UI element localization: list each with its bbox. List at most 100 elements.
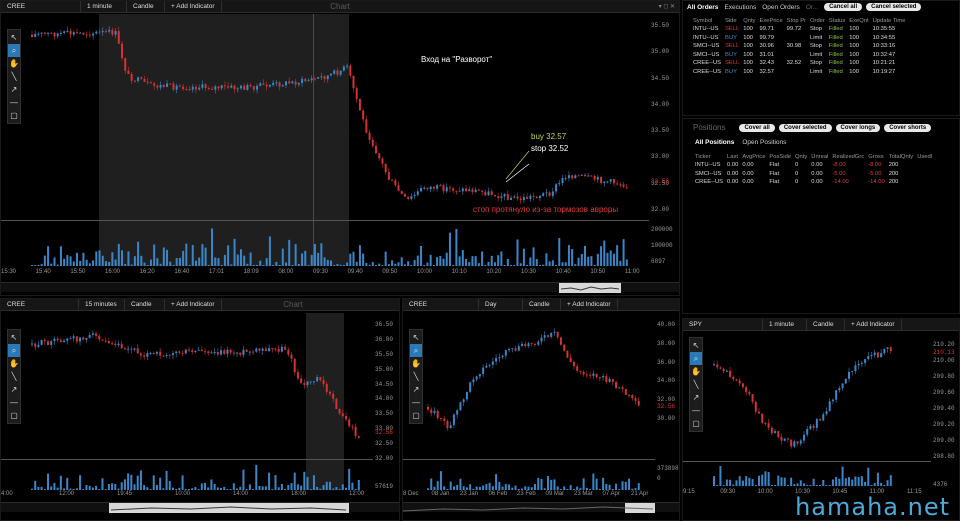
chart-type-selector[interactable]: Candle	[807, 319, 845, 330]
interval-selector[interactable]: 15 minutes	[79, 299, 125, 310]
volume-bar	[452, 265, 455, 266]
add-indicator-button[interactable]: + Add Indicator	[165, 299, 222, 310]
column-header[interactable]: Unreal	[809, 152, 830, 161]
candle-body	[475, 376, 478, 380]
candle-body	[239, 352, 242, 355]
symbol-selector[interactable]: CREE	[1, 299, 79, 310]
interval-selector[interactable]: 1 minute	[81, 1, 127, 12]
chart-day-navigator[interactable]	[403, 502, 679, 513]
column-header[interactable]: Stop Pr	[785, 16, 808, 25]
candle-body	[368, 132, 371, 140]
tab-all-orders[interactable]: All Orders	[687, 4, 718, 11]
volume-bar	[120, 482, 123, 490]
candle-body	[98, 31, 101, 33]
candle-body	[546, 335, 549, 337]
column-header[interactable]: UsedI	[915, 152, 934, 161]
table-row[interactable]: CREE--US 0.00 0.00 Flat 0 0.00 -14.00 -14.00 200	[693, 178, 934, 187]
cancel-all-button[interactable]: Cancel all	[824, 3, 863, 11]
column-header[interactable]: Last	[725, 152, 740, 161]
column-header[interactable]: AvgPrice	[740, 152, 767, 161]
candle-body	[365, 119, 368, 133]
column-header[interactable]: PosSide	[767, 152, 793, 161]
cover-longs-button[interactable]: Cover longs	[835, 123, 881, 132]
interval-selector[interactable]: Day	[479, 299, 523, 310]
cover-shorts-button[interactable]: Cover shorts	[884, 123, 932, 132]
column-header[interactable]: TotalQnty	[887, 152, 916, 161]
candle-body	[127, 348, 130, 350]
column-header[interactable]: Update Time	[871, 16, 908, 25]
table-row[interactable]: INTU--US BUY 100 99.79 Limit Filled 100 10:34:5…	[691, 34, 908, 43]
table-row[interactable]: SMCI--US BUY 100 31.01 Limit Filled 100 10:32:4…	[691, 51, 908, 60]
volume-bar	[50, 263, 53, 266]
table-cell: 0.00	[742, 179, 754, 186]
table-row[interactable]: CREE--US SELL 100 32.43 32.52 Stop Filled 100 10…	[691, 59, 908, 68]
candle-body	[427, 406, 429, 410]
column-header[interactable]: ExeQnt	[847, 16, 870, 25]
volume-bar	[375, 265, 378, 266]
chart-15m-navigator[interactable]	[1, 502, 399, 513]
table-row[interactable]: SMCI--US SELL 100 30.96 30.98 Stop Filled 100 10…	[691, 42, 908, 51]
candle-body	[123, 348, 126, 350]
symbol-selector[interactable]: SPY	[683, 319, 763, 330]
symbol-selector[interactable]: CREE	[403, 299, 479, 310]
volume-bar	[213, 484, 216, 490]
candle-body	[526, 197, 529, 199]
tab-open-orders[interactable]: Open Orders	[762, 4, 800, 11]
candle-body	[384, 163, 387, 173]
candle-body	[336, 70, 339, 75]
x-tick-label: 10:10	[451, 269, 467, 275]
tab-more[interactable]: Or...	[806, 4, 818, 11]
column-header[interactable]: Qnty	[793, 152, 809, 161]
candle-body	[433, 410, 436, 414]
symbol-selector[interactable]: CREE	[1, 1, 81, 12]
tab-open-positions[interactable]: Open Positions	[742, 139, 786, 146]
main-navigator[interactable]	[1, 282, 679, 293]
interval-selector[interactable]: 1 minute	[763, 319, 807, 330]
positions-panel: Positions Cover all Cover selected Cover…	[682, 118, 960, 314]
candle-body	[50, 341, 53, 345]
column-header[interactable]: RealizedGrc	[830, 152, 866, 161]
table-cell: 100	[849, 26, 859, 33]
candle-body	[293, 358, 296, 373]
volume-bar	[619, 260, 622, 266]
add-indicator-button[interactable]: + Add Indicator	[165, 1, 222, 12]
candle-body	[625, 186, 628, 188]
candle-body	[831, 399, 834, 402]
table-row[interactable]: INTU--US SELL 100 99.71 99.72 Stop Filled 100 10…	[691, 25, 908, 34]
add-indicator-button[interactable]: + Add Indicator	[845, 319, 902, 330]
chart-type-selector[interactable]: Candle	[125, 299, 165, 310]
volume-bar	[458, 256, 461, 266]
candle-body	[322, 380, 325, 384]
column-header[interactable]: ExePrice	[757, 16, 784, 25]
volume-bar	[59, 475, 62, 490]
table-cell: 100	[849, 51, 859, 58]
candle-body	[262, 83, 265, 85]
column-header[interactable]: Qnty	[741, 16, 757, 25]
volume-bar	[236, 254, 239, 266]
column-header[interactable]: Gross	[866, 152, 886, 161]
chart-type-selector[interactable]: Candle	[127, 1, 165, 12]
table-row[interactable]: CREE--US BUY 100 32.57 Limit Filled 100 10:19:2…	[691, 68, 908, 77]
candle-body	[510, 197, 513, 200]
column-header[interactable]: Status	[827, 16, 847, 25]
cancel-selected-button[interactable]: Cancel selected	[866, 3, 922, 11]
column-header[interactable]: Order	[808, 16, 827, 25]
x-tick-label: 23 Mar	[574, 491, 593, 497]
table-row[interactable]: SMCI--US 0.00 0.00 Flat 0 0.00 -5.00 -5.00 200	[693, 170, 934, 179]
chart-spy-price-plot	[683, 333, 931, 461]
candle-body	[559, 337, 562, 345]
column-header[interactable]: Side	[723, 16, 741, 25]
column-header[interactable]: Ticker	[693, 152, 725, 161]
chart-type-selector[interactable]: Candle	[523, 299, 561, 310]
window-controls[interactable]: ▾ ◻ ✕	[659, 3, 675, 10]
add-indicator-button[interactable]: + Add Indicator	[561, 299, 618, 310]
cover-selected-button[interactable]: Cover selected	[778, 123, 832, 132]
tab-executions[interactable]: Executions	[724, 4, 756, 11]
tab-all-positions[interactable]: All Positions	[695, 139, 734, 146]
candle-body	[272, 82, 275, 85]
watermark-text: hamaha.net	[795, 493, 950, 521]
table-row[interactable]: INTU--US 0.00 0.00 Flat 0 0.00 -8.00 -8.00 200	[693, 161, 934, 170]
candle-body	[47, 32, 50, 34]
column-header[interactable]: Symbol	[691, 16, 723, 25]
cover-all-button[interactable]: Cover all	[739, 123, 775, 132]
